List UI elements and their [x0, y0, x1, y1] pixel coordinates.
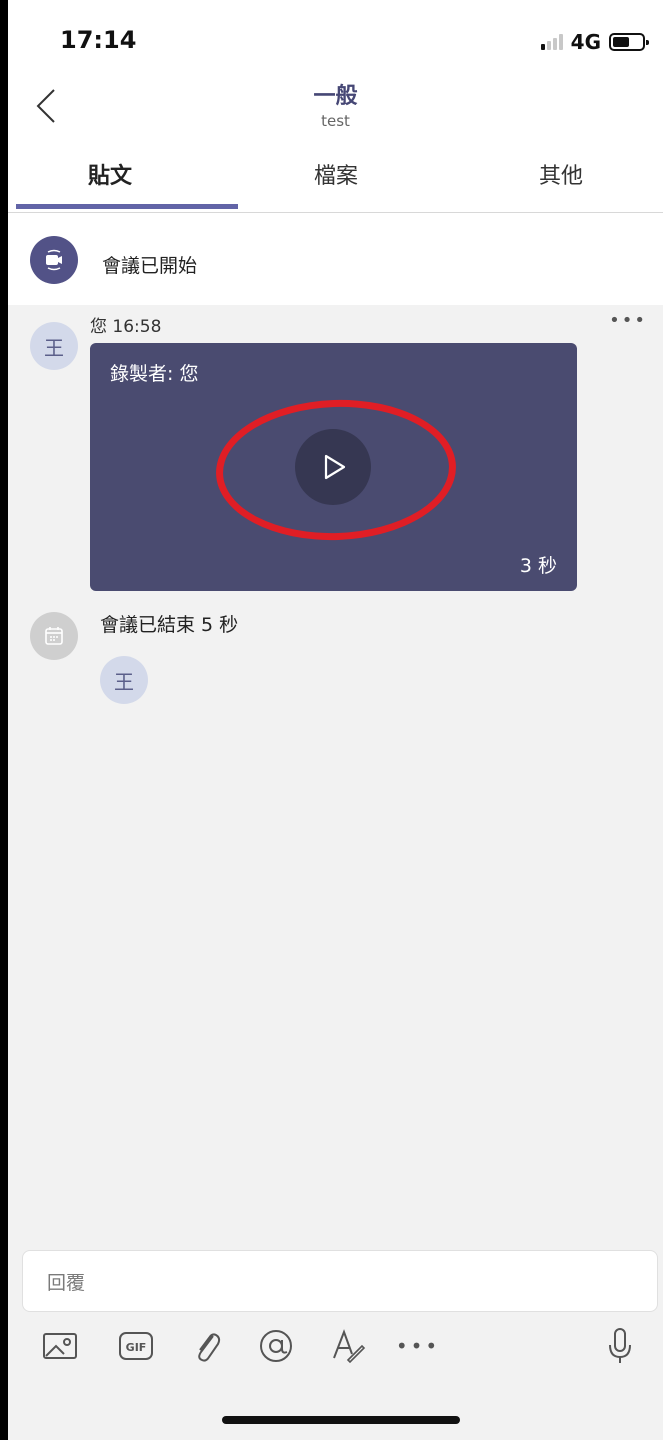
play-icon: [324, 454, 346, 480]
format-button[interactable]: [326, 1324, 370, 1368]
tab-files[interactable]: 檔案: [236, 158, 436, 190]
paperclip-icon: [198, 1333, 221, 1362]
format-icon: [333, 1329, 366, 1364]
signal-icon: [540, 34, 563, 50]
attach-button[interactable]: [184, 1324, 228, 1368]
video-camera-icon: [30, 236, 78, 284]
microphone-button[interactable]: [598, 1324, 642, 1368]
message-sender-time: 您 16:58: [90, 317, 162, 337]
reply-placeholder: 回覆: [47, 1272, 86, 1294]
header-area: 17:14 4G 一般 test 貼文 檔案 其他: [8, 0, 663, 213]
microphone-icon: [609, 1328, 631, 1363]
status-time: 17:14: [60, 26, 137, 54]
at-icon: [260, 1330, 292, 1362]
calendar-icon: [30, 612, 78, 660]
home-indicator: [222, 1416, 460, 1424]
avatar[interactable]: 王: [30, 322, 78, 370]
active-tab-indicator: [16, 204, 238, 209]
reply-input[interactable]: 回覆: [22, 1250, 658, 1312]
mention-button[interactable]: [254, 1324, 298, 1368]
participant-avatar[interactable]: 王: [100, 656, 148, 704]
meeting-started-event[interactable]: 會議已開始: [8, 213, 663, 305]
network-type: 4G: [570, 30, 601, 54]
svg-text:GIF: GIF: [126, 1341, 147, 1354]
teams-channel-screen: 17:14 4G 一般 test 貼文 檔案 其他 會議已開始 王 您 16:5…: [8, 0, 663, 1440]
recorded-by-label: 錄製者: 您: [110, 363, 199, 385]
channel-title: 一般: [313, 84, 358, 109]
team-name: test: [321, 112, 350, 130]
tab-other[interactable]: 其他: [461, 158, 661, 190]
composer-toolbar: GIF •••: [8, 1324, 663, 1374]
image-button[interactable]: [38, 1324, 82, 1368]
tab-posts[interactable]: 貼文: [10, 158, 210, 190]
more-options-button[interactable]: •••: [396, 1324, 440, 1368]
battery-icon: [609, 33, 649, 51]
recording-card[interactable]: 錄製者: 您 3 秒: [90, 343, 577, 591]
meeting-started-text: 會議已開始: [102, 255, 198, 277]
gif-button[interactable]: GIF: [114, 1324, 158, 1368]
message-more-button[interactable]: •••: [609, 310, 647, 331]
meeting-ended-text: 會議已結束 5 秒: [100, 614, 239, 636]
gif-icon: GIF: [119, 1332, 153, 1360]
image-icon: [43, 1333, 77, 1359]
play-button[interactable]: [295, 429, 371, 505]
status-indicators: 4G: [540, 30, 649, 54]
recording-duration: 3 秒: [519, 555, 557, 577]
